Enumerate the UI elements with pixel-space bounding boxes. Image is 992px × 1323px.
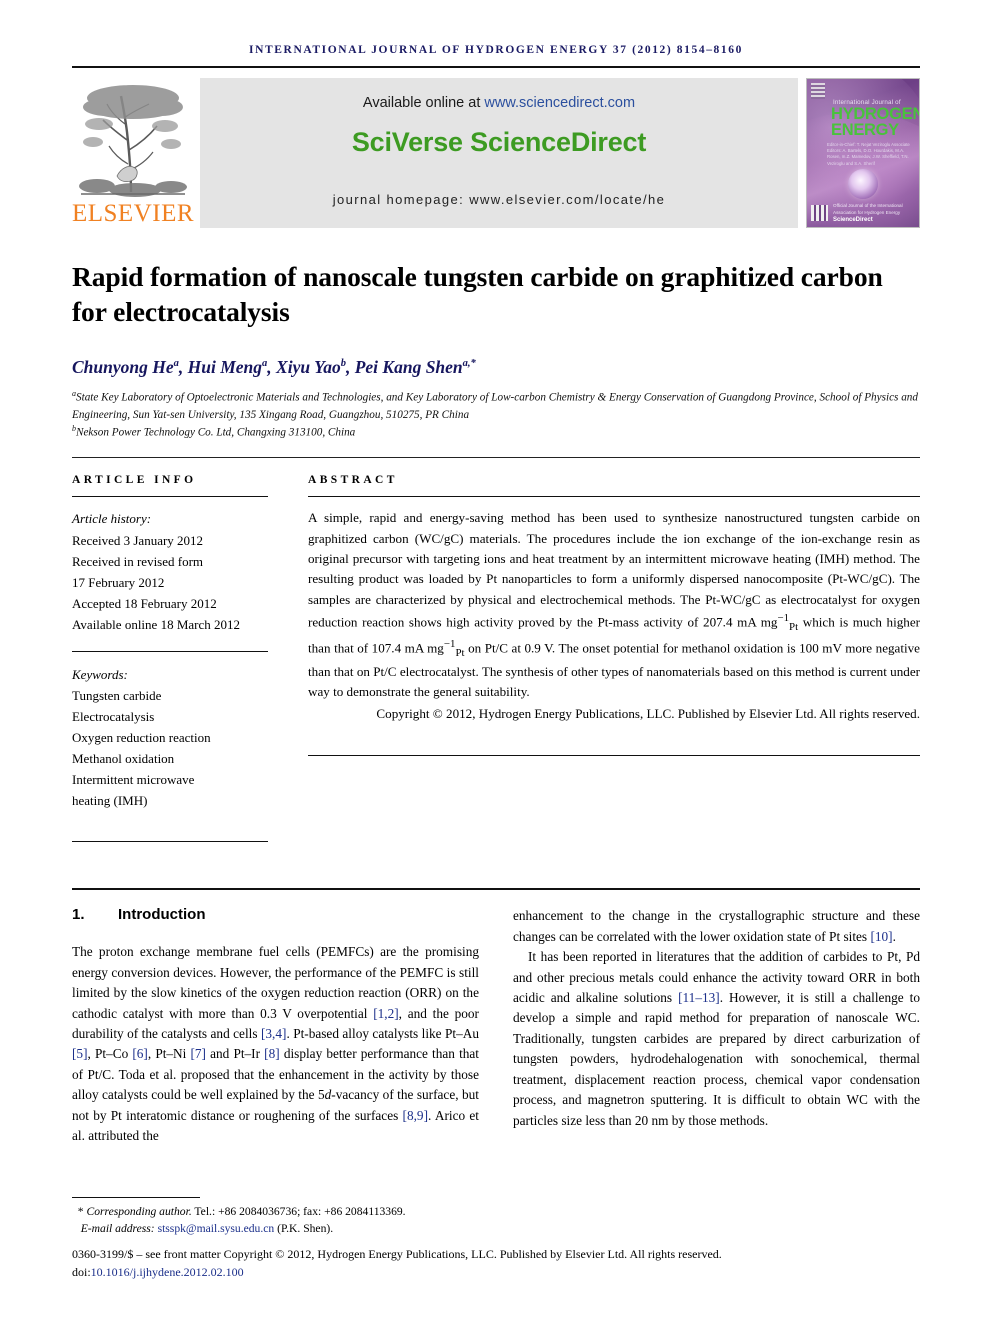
elsevier-wordmark: ELSEVIER — [71, 200, 195, 227]
masthead: ELSEVIER Available online at www.science… — [72, 78, 920, 228]
cover-corner-mark-icon — [811, 83, 825, 99]
available-online-line: Available online at www.sciencedirect.co… — [363, 95, 635, 111]
doi-value[interactable]: 10.1016/j.ijhydene.2012.02.100 — [91, 1265, 244, 1279]
affiliation-a-text: State Key Laboratory of Optoelectronic M… — [72, 392, 918, 421]
abstract-bottom-rule — [308, 754, 920, 756]
journal-homepage-line[interactable]: journal homepage: www.elsevier.com/locat… — [200, 192, 798, 207]
cover-ring-graphic — [848, 169, 878, 199]
article-info-heading: ARTICLE INFO — [72, 474, 197, 487]
corresponding-author-asterisk: * — [77, 1204, 84, 1218]
footnote-rule — [72, 1196, 200, 1198]
section-number: 1. — [72, 906, 85, 924]
corresponding-author-label: Corresponding author. — [86, 1204, 192, 1218]
abstract-copyright: Copyright © 2012, Hydrogen Energy Public… — [376, 706, 920, 722]
journal-cover-thumbnail[interactable]: International Journal of HYDROGEN ENERGY… — [806, 78, 920, 228]
body-column-right: enhancement to the change in the crystal… — [513, 906, 920, 1147]
cover-title-energy: ENERGY — [831, 121, 899, 139]
keywords-rule — [72, 650, 268, 652]
footnotes: * Corresponding author. Tel.: +86 208403… — [72, 1196, 920, 1281]
sciencedirect-url[interactable]: www.sciencedirect.com — [484, 95, 635, 111]
affiliation-b: bNekson Power Technology Co. Ltd, Changx… — [72, 423, 920, 441]
cover-footer-note: Official Journal of the International As… — [833, 203, 903, 216]
intro-paragraph-2: It has been reported in literatures that… — [513, 949, 920, 1128]
issn-copyright-line: 0360-3199/$ – see front matter Copyright… — [72, 1247, 722, 1261]
sciencedirect-banner: Available online at www.sciencedirect.co… — [200, 78, 798, 228]
email-label: E-mail address: — [80, 1222, 158, 1236]
abstract-rule — [308, 496, 920, 498]
email-line: E-mail address: stsspk@mail.sysu.edu.cn … — [72, 1220, 502, 1238]
article-history-block: Article history: Received 3 January 2012… — [72, 508, 268, 634]
doi-line: doi:10.1016/j.ijhydene.2012.02.100 — [72, 1263, 920, 1281]
page-title: Rapid formation of nanoscale tungsten ca… — [72, 261, 883, 327]
keyword-item: Oxygen reduction reaction — [72, 729, 211, 745]
history-item: Received 3 January 2012 — [72, 532, 204, 548]
author-list: Chunyong Hea, Hui Menga, Xiyu Yaob, Pei … — [72, 357, 476, 378]
intro-paragraph-1-right: enhancement to the change in the crystal… — [513, 908, 920, 944]
keyword-item: Methanol oxidation — [72, 750, 175, 766]
keyword-item: Electrocatalysis — [72, 708, 155, 724]
sciverse-sciencedirect-logo[interactable]: SciVerse ScienceDirect — [352, 127, 647, 158]
history-item: Received in revised form — [72, 553, 204, 569]
top-rule — [72, 66, 920, 68]
iahe-logo-icon — [811, 205, 828, 221]
affiliation-a: aState Key Laboratory of Optoelectronic … — [72, 388, 920, 423]
history-item: Available online 18 March 2012 — [72, 616, 240, 632]
header-bottom-rule — [72, 457, 920, 459]
body-columns: 1. Introduction The proton exchange memb… — [72, 906, 920, 1147]
article-info-column: ARTICLE INFO Article history: Received 3… — [72, 474, 308, 843]
article-info-rule — [72, 496, 268, 498]
article-info-bottom-rule — [72, 841, 268, 843]
keywords-label: Keywords: — [72, 666, 128, 682]
corresponding-author-line: * Corresponding author. Tel.: +86 208403… — [72, 1203, 502, 1221]
history-item: 17 February 2012 — [72, 574, 165, 590]
keyword-item: Tungsten carbide — [72, 687, 162, 703]
running-head: INTERNATIONAL JOURNAL OF HYDROGEN ENERGY… — [249, 44, 743, 56]
section-title: Introduction — [118, 906, 206, 924]
corresponding-author-contact: Tel.: +86 2084036736; fax: +86 208411336… — [191, 1204, 406, 1218]
affiliation-b-text: Nekson Power Technology Co. Ltd, Changxi… — [76, 426, 356, 439]
history-item: Accepted 18 February 2012 — [72, 595, 217, 611]
elsevier-logo[interactable]: ELSEVIER — [72, 78, 194, 228]
body-column-left: 1. Introduction The proton exchange memb… — [72, 906, 479, 1147]
cover-sciencedirect-label: ScienceDirect — [833, 217, 873, 223]
article-history-label: Article history: — [72, 511, 152, 527]
keywords-block: Keywords: Tungsten carbide Electrocataly… — [72, 664, 268, 811]
keyword-item: heating (IMH) — [72, 793, 148, 809]
doi-prefix: doi: — [72, 1265, 91, 1279]
cover-editors: Editor-in-Chief: T. Nejat Veziroglu Asso… — [827, 142, 910, 166]
email-suffix: (P.K. Shen). — [274, 1222, 334, 1236]
intro-paragraph-1-left: The proton exchange membrane fuel cells … — [72, 944, 480, 1144]
info-abstract-row: ARTICLE INFO Article history: Received 3… — [72, 474, 920, 843]
abstract-heading: ABSTRACT — [308, 474, 398, 487]
affiliations: aState Key Laboratory of Optoelectronic … — [72, 388, 920, 441]
elsevier-tree-icon — [77, 80, 189, 200]
abstract-body: A simple, rapid and energy-saving method… — [308, 510, 920, 699]
email-address[interactable]: stsspk@mail.sysu.edu.cn — [158, 1222, 275, 1235]
abstract-column: ABSTRACT A simple, rapid and energy-savi… — [308, 474, 920, 842]
section-heading-introduction: 1. Introduction — [72, 906, 479, 923]
keyword-item: Intermittent microwave — [72, 772, 195, 787]
article-page: INTERNATIONAL JOURNAL OF HYDROGEN ENERGY… — [0, 0, 992, 1323]
body-top-rule — [72, 888, 920, 891]
available-online-prefix: Available online at — [362, 95, 485, 111]
